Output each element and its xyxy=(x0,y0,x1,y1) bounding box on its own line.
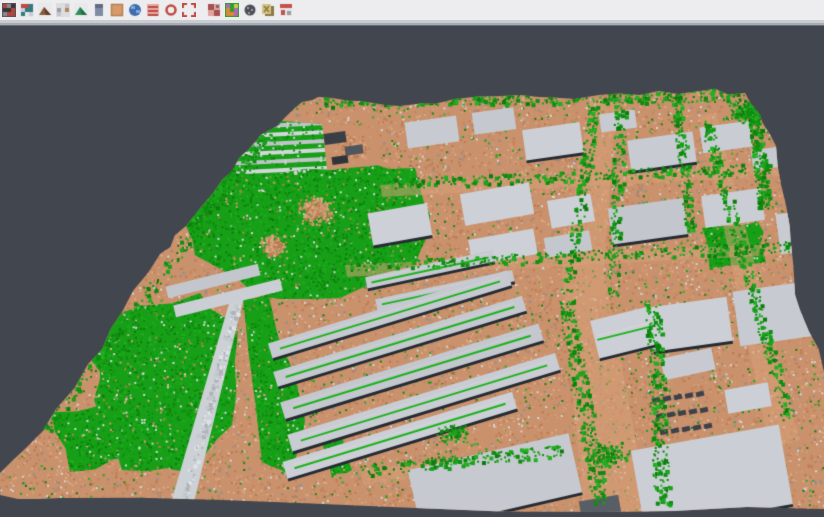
point-cloud-icon[interactable] xyxy=(2,3,16,17)
point-cloud-icon-glyph xyxy=(2,3,16,17)
globe-icon-glyph xyxy=(128,3,142,17)
pages-icon-glyph xyxy=(261,3,275,17)
sparse-points-icon-glyph xyxy=(56,3,70,17)
selection-brackets-icon[interactable] xyxy=(182,3,196,17)
3d-viewport[interactable] xyxy=(0,26,824,517)
profile-view-icon[interactable] xyxy=(92,3,106,17)
flag-bars-icon[interactable] xyxy=(279,3,293,17)
terrain-model-icon[interactable] xyxy=(38,3,52,17)
app-window: { "window": { "background": "#42464f" },… xyxy=(0,0,824,517)
flag-bars-icon-glyph xyxy=(279,3,293,17)
target-icon[interactable] xyxy=(164,3,178,17)
classified-points-icon-glyph xyxy=(20,3,34,17)
classified-points-icon[interactable] xyxy=(20,3,34,17)
orthoimage-icon-glyph xyxy=(110,3,124,17)
layers-icon[interactable] xyxy=(146,3,160,17)
layers-icon-glyph xyxy=(146,3,160,17)
globe-icon[interactable] xyxy=(128,3,142,17)
target-icon-glyph xyxy=(164,3,178,17)
sparse-points-icon[interactable] xyxy=(56,3,70,17)
pages-icon[interactable] xyxy=(261,3,275,17)
dark-sphere-icon[interactable] xyxy=(243,3,257,17)
orthoimage-icon[interactable] xyxy=(110,3,124,17)
grid-cells-icon[interactable] xyxy=(207,3,221,17)
terrain-model-icon-glyph xyxy=(38,3,52,17)
green-terrain-icon-glyph xyxy=(74,3,88,17)
profile-view-icon-glyph xyxy=(92,3,106,17)
classification-colors-icon-glyph xyxy=(225,3,239,17)
selection-brackets-icon-glyph xyxy=(182,3,196,17)
grid-cells-icon-glyph xyxy=(207,3,221,17)
green-terrain-icon[interactable] xyxy=(74,3,88,17)
classification-colors-icon[interactable] xyxy=(225,3,239,17)
toolbar xyxy=(0,0,824,20)
dark-sphere-icon-glyph xyxy=(243,3,257,17)
